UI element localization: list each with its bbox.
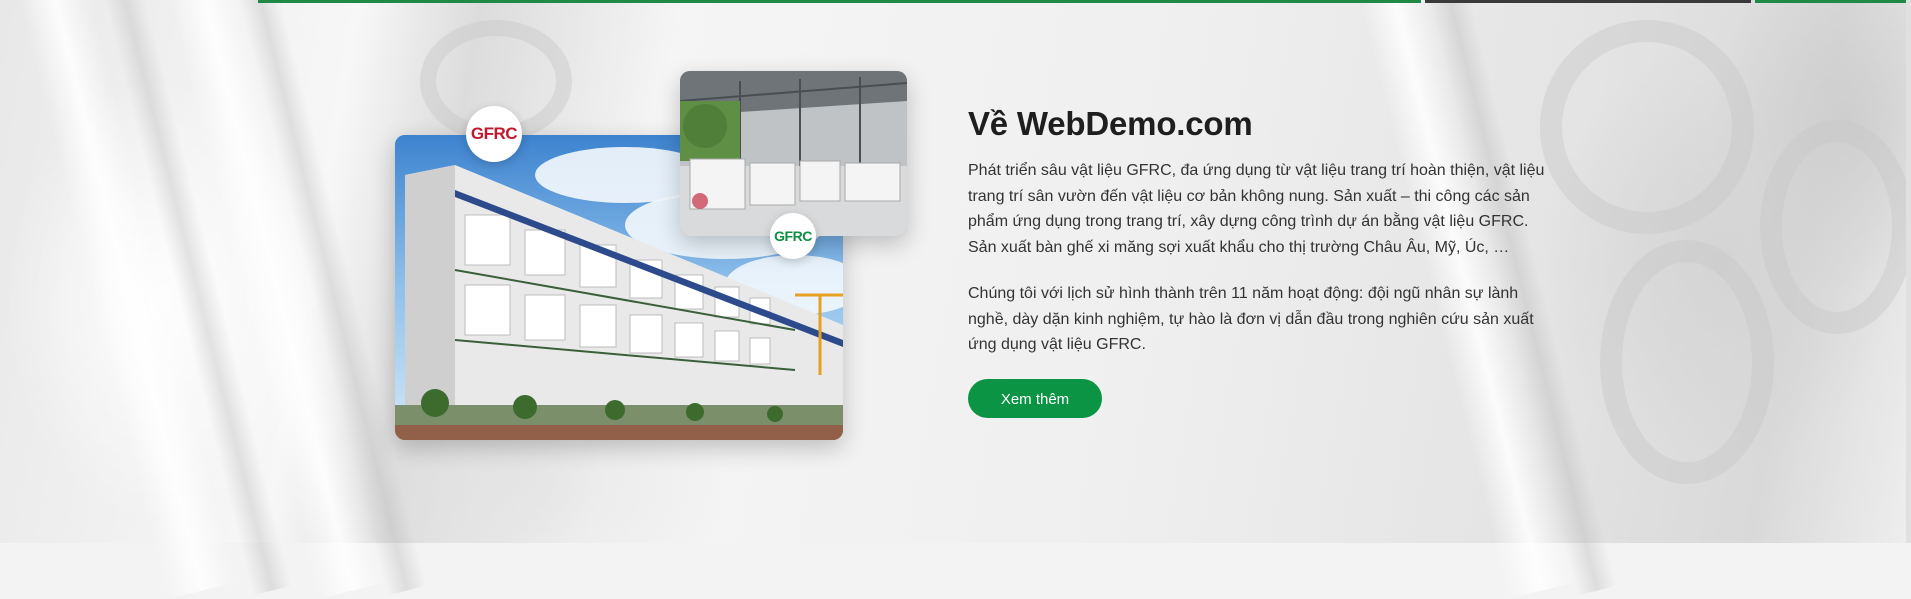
section-background [0, 0, 1911, 599]
gfrc-logo-badge: GFRC [466, 106, 522, 162]
section-title: Về WebDemo.com [968, 105, 1253, 142]
background-decor [1760, 120, 1911, 334]
top-border [1755, 0, 1906, 3]
gfrc-logo-text: GFRC [470, 124, 518, 143]
about-section: Về WebDemo.com Phát triển sâu vật liệu G… [968, 100, 1558, 418]
read-more-button[interactable]: Xem thêm [968, 378, 1102, 418]
scrollbar[interactable] [1906, 0, 1911, 543]
gfrc-logo-text: GFRC [774, 228, 812, 244]
top-border [1425, 0, 1751, 3]
about-paragraph: Chúng tôi với lịch sử hình thành trên 11… [968, 285, 1534, 353]
background-decor [1540, 20, 1754, 234]
top-border [258, 0, 1421, 3]
workshop-photo-illustration [680, 71, 907, 236]
workshop-photo [680, 71, 907, 236]
about-paragraph: Phát triển sâu vật liệu GFRC, đa ứng dụn… [968, 162, 1545, 256]
gfrc-logo-badge: GFRC [770, 213, 816, 259]
background-decor [1600, 240, 1774, 484]
